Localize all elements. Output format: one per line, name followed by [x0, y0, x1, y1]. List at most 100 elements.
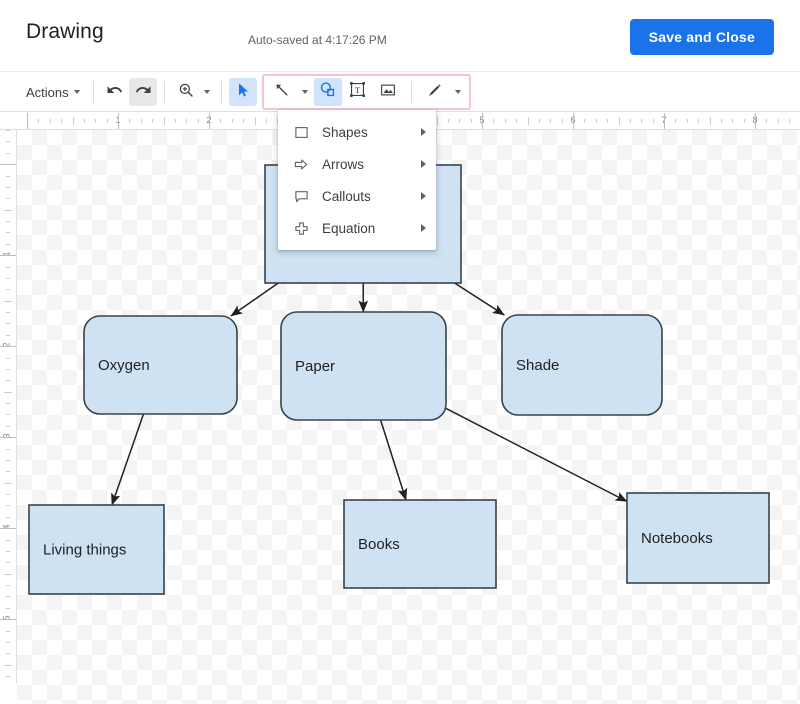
ruler-tick: [664, 113, 665, 129]
ruler-tick: [653, 119, 654, 123]
ruler-tick: [675, 119, 676, 123]
ruler-tick: [141, 119, 142, 123]
chevron-right-icon: [421, 128, 426, 136]
menu-label: Equation: [322, 220, 376, 236]
line-icon: [273, 81, 291, 104]
ruler-tick: [505, 119, 506, 123]
ruler-tick: [6, 267, 10, 268]
node-paper[interactable]: Paper: [280, 311, 447, 421]
shape-tool-button[interactable]: [313, 78, 342, 106]
page-title: Drawing: [26, 20, 104, 43]
chevron-right-icon: [421, 192, 426, 200]
menu-item-callouts[interactable]: Callouts: [278, 180, 436, 212]
ruler-tick: [641, 119, 642, 123]
ruler-tick: [6, 540, 10, 541]
toolbar-divider: [163, 81, 165, 103]
toolbar-divider: [410, 81, 412, 103]
image-tool-button[interactable]: [374, 78, 402, 106]
ruler-tick: [698, 119, 699, 123]
ruler-tick: [6, 380, 10, 381]
ruler-tick: [6, 278, 10, 279]
menu-label: Shapes: [322, 124, 368, 140]
connector-oxygen-to-living[interactable]: [111, 413, 145, 506]
ruler-tick: [107, 119, 108, 123]
ruler-tick: [6, 494, 10, 495]
zoom-button[interactable]: [172, 78, 200, 106]
ruler-tick: [6, 323, 10, 324]
ruler-tick: [6, 676, 10, 677]
menu-item-shapes[interactable]: Shapes: [278, 116, 436, 148]
zoom-icon: [177, 81, 195, 104]
node-label: Notebooks: [641, 530, 713, 547]
ruler-tick: [198, 119, 199, 123]
text-box-tool-button[interactable]: T: [344, 78, 372, 106]
ruler-tick: [0, 164, 16, 165]
ruler-tick: [516, 119, 517, 123]
ruler-tick: [493, 119, 494, 123]
menu-item-equation[interactable]: Equation: [278, 212, 436, 244]
connector-paper-to-notebooks[interactable]: [445, 407, 628, 503]
ruler-tick: [6, 130, 10, 131]
toolbar: Actions T: [0, 72, 800, 112]
line-dropdown-button[interactable]: [298, 78, 312, 106]
node-shade[interactable]: Shade: [501, 314, 663, 416]
save-and-close-button[interactable]: Save and Close: [629, 19, 774, 55]
chevron-down-icon: [301, 90, 308, 94]
select-tool-button[interactable]: [228, 78, 257, 106]
connector-root-to-shade[interactable]: [454, 282, 505, 316]
shape-icon: [318, 80, 337, 104]
ruler-tick: [175, 119, 176, 123]
ruler-tick: [6, 289, 10, 290]
redo-button[interactable]: [128, 78, 157, 106]
drawing-editor-window: Drawing Auto-saved at 4:17:26 PM Save an…: [0, 0, 800, 704]
vertical-ruler[interactable]: 12345: [0, 130, 17, 704]
ruler-tick: [766, 119, 767, 123]
ruler-tick: [243, 119, 244, 123]
ruler-tick: [186, 119, 187, 123]
menu-item-arrows[interactable]: Arrows: [278, 148, 436, 180]
ruler-tick: [0, 619, 16, 620]
node-living[interactable]: Living things: [28, 504, 165, 595]
pencil-icon: [426, 81, 444, 104]
connector-paper-to-books[interactable]: [379, 419, 408, 501]
ruler-tick: [573, 113, 574, 129]
menu-label: Callouts: [322, 188, 371, 204]
textbox-icon: T: [348, 80, 367, 104]
node-books[interactable]: Books: [343, 499, 497, 589]
callout-icon: [292, 187, 310, 205]
ruler-tick: [539, 119, 540, 123]
node-label: Books: [358, 536, 400, 553]
scribble-tool-button[interactable]: [421, 78, 449, 106]
node-oxygen[interactable]: Oxygen: [83, 315, 238, 415]
ruler-tick: [4, 210, 12, 211]
ruler-tick: [459, 119, 460, 123]
ruler-tick: [61, 119, 62, 123]
node-label: Paper: [295, 358, 335, 375]
connector-root-to-oxygen[interactable]: [230, 282, 279, 317]
ruler-tick: [0, 255, 16, 256]
node-label: Living things: [43, 542, 126, 559]
zoom-dropdown-button[interactable]: [200, 78, 214, 106]
ruler-tick: [732, 119, 733, 123]
node-label: Oxygen: [98, 357, 150, 374]
ruler-tick: [6, 562, 10, 563]
ruler-tick: [129, 119, 130, 123]
line-tool-button[interactable]: [268, 78, 296, 106]
toolbar-divider: [92, 81, 94, 103]
ruler-tick: [6, 312, 10, 313]
ruler-tick: [220, 119, 221, 123]
ruler-tick: [482, 113, 483, 129]
ruler-tick: [38, 119, 39, 123]
node-notebooks[interactable]: Notebooks: [626, 492, 770, 584]
ruler-tick: [607, 119, 608, 123]
ruler-tick: [6, 403, 10, 404]
undo-button[interactable]: [101, 78, 129, 106]
scribble-dropdown-button[interactable]: [451, 78, 465, 106]
ruler-tick: [6, 187, 10, 188]
ruler-tick: [4, 574, 12, 575]
ruler-tick: [6, 141, 10, 142]
ruler-tick: [118, 113, 119, 129]
ruler-tick: [6, 369, 10, 370]
actions-menu-button[interactable]: Actions: [26, 81, 86, 104]
ruler-tick: [6, 358, 10, 359]
